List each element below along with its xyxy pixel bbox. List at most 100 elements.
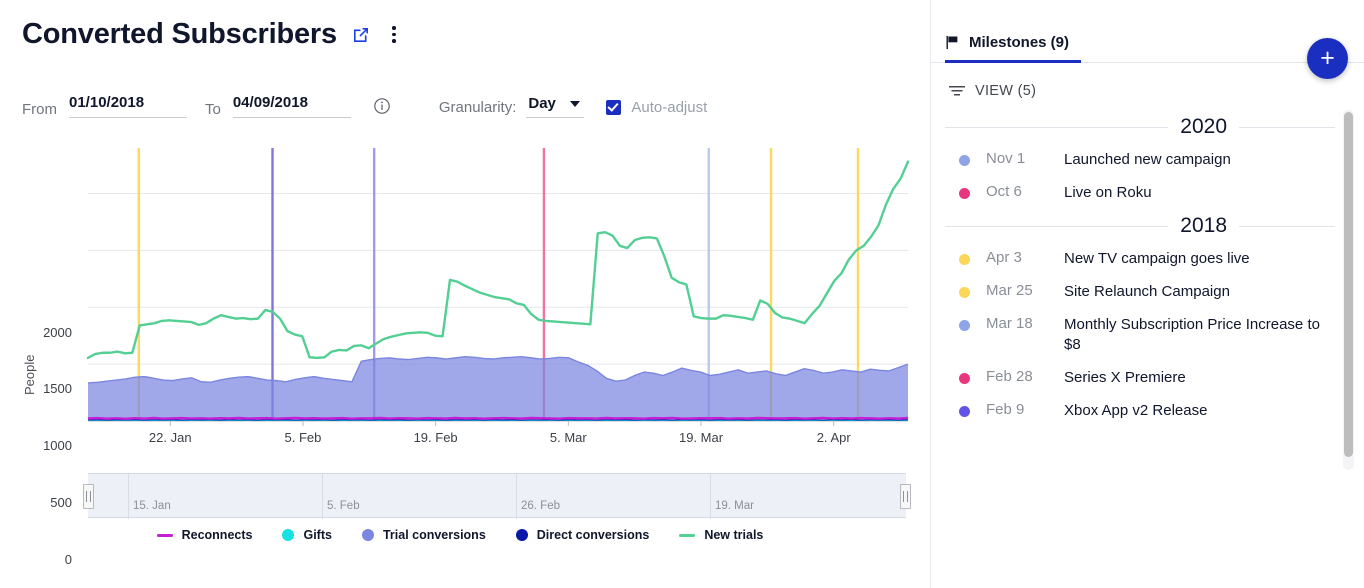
- tab-milestones-label: Milestones (9): [969, 34, 1069, 51]
- navigator-tick-label: 15. Jan: [133, 500, 171, 512]
- milestone-row[interactable]: Feb 9Xbox App v2 Release: [931, 395, 1364, 428]
- navigator-gridline: [710, 474, 711, 519]
- from-date-input[interactable]: 01/10/2018: [69, 94, 187, 118]
- view-filter-button[interactable]: VIEW (5): [949, 83, 1036, 99]
- auto-adjust-label: Auto-adjust: [631, 99, 707, 116]
- legend-item[interactable]: Trial conversions: [362, 528, 486, 542]
- chart-plot-area: [0, 140, 920, 450]
- y-axis-tick: 0: [0, 552, 72, 567]
- legend-item[interactable]: New trials: [679, 528, 763, 542]
- granularity-select[interactable]: Day: [526, 95, 584, 118]
- add-milestone-button[interactable]: +: [1307, 38, 1348, 79]
- milestones-year-label: 2020: [1168, 115, 1239, 139]
- milestone-color-dot: [959, 320, 970, 331]
- legend-item[interactable]: Gifts: [282, 528, 331, 542]
- legend-marker: [679, 534, 695, 537]
- legend-item[interactable]: Direct conversions: [516, 528, 650, 542]
- legend-marker: [362, 529, 374, 541]
- navigator-gridline: [128, 474, 129, 519]
- x-axis-tick: 19. Feb: [414, 430, 458, 445]
- checkbox-checked-icon: [606, 100, 621, 115]
- milestone-color-dot: [959, 287, 970, 298]
- x-axis-tick: 5. Feb: [285, 430, 322, 445]
- milestone-title: Series X Premiere: [1064, 368, 1186, 389]
- milestone-date: Mar 18: [986, 315, 1064, 332]
- granularity-label: Granularity:: [439, 99, 517, 116]
- legend-label: Gifts: [303, 528, 331, 542]
- milestone-row[interactable]: Mar 18Monthly Subscription Price Increas…: [931, 309, 1364, 362]
- auto-adjust-checkbox[interactable]: Auto-adjust: [606, 99, 707, 116]
- x-axis-tick: 19. Mar: [679, 430, 723, 445]
- more-options-icon[interactable]: [385, 24, 403, 46]
- date-controls: From 01/10/2018 To 04/09/2018 Granularit…: [22, 94, 707, 118]
- legend-label: Direct conversions: [537, 528, 650, 542]
- y-axis-tick: 500: [0, 495, 72, 510]
- milestone-title: Launched new campaign: [1064, 150, 1231, 171]
- milestones-list[interactable]: 2020Nov 1Launched new campaignOct 6Live …: [931, 110, 1364, 470]
- legend-label: Trial conversions: [383, 528, 486, 542]
- x-axis-tick: 5. Mar: [550, 430, 587, 445]
- navigator-tick-label: 26. Feb: [521, 500, 560, 512]
- legend-label: Reconnects: [182, 528, 253, 542]
- legend-label: New trials: [704, 528, 763, 542]
- to-label: To: [205, 101, 221, 118]
- milestones-year-label: 2018: [1168, 214, 1239, 238]
- milestone-date: Apr 3: [986, 249, 1064, 266]
- x-axis-tick: 22. Jan: [149, 430, 192, 445]
- panel-tabs: Milestones (9): [931, 24, 1364, 63]
- filter-icon: [949, 84, 965, 98]
- legend-marker: [282, 529, 294, 541]
- milestone-row[interactable]: Oct 6Live on Roku: [931, 177, 1364, 210]
- milestones-panel: Milestones (9) + VIEW (5) 2020 Nov 1Launc…: [930, 0, 1364, 588]
- header: Converted Subscribers: [22, 18, 403, 51]
- milestone-title: Monthly Subscription Price Increase to $…: [1064, 315, 1335, 356]
- navigator-tick-label: 19. Mar: [715, 500, 754, 512]
- legend-marker: [157, 534, 173, 537]
- milestone-color-dot: [959, 188, 970, 199]
- chart-panel: Converted Subscribers From 01/10/2018 To…: [0, 0, 930, 588]
- navigator-tick-label: 5. Feb: [327, 500, 360, 512]
- milestone-row[interactable]: Apr 3New TV campaign goes live: [931, 243, 1364, 276]
- flag-icon: [945, 35, 960, 50]
- divider-line: [1239, 226, 1335, 227]
- milestone-date: Oct 6: [986, 183, 1064, 200]
- navigator-handle-left[interactable]: [83, 484, 94, 509]
- analytics-dashboard: Converted Subscribers From 01/10/2018 To…: [0, 0, 1364, 588]
- to-date-input[interactable]: 04/09/2018: [233, 94, 351, 118]
- range-navigator[interactable]: 15. Jan 5. Feb 26. Feb 19. Mar: [88, 473, 906, 518]
- navigator-gridline: [516, 474, 517, 519]
- divider-line: [945, 226, 1168, 227]
- milestone-title: New TV campaign goes live: [1064, 249, 1250, 270]
- milestones-year-divider: 2018: [931, 209, 1364, 243]
- x-axis-tick: 2. Apr: [817, 430, 851, 445]
- page-title: Converted Subscribers: [22, 18, 337, 51]
- navigator-gridline: [322, 474, 323, 519]
- milestone-row[interactable]: Feb 28Series X Premiere: [931, 362, 1364, 395]
- milestone-color-dot: [959, 254, 970, 265]
- milestone-date: Mar 25: [986, 282, 1064, 299]
- milestones-scrollbar-thumb[interactable]: [1344, 112, 1353, 457]
- chart-legend: Reconnects Gifts Trial conversions Direct c…: [0, 528, 920, 542]
- chevron-down-icon: [570, 101, 580, 107]
- timeseries-chart[interactable]: People 0500100015002000 22. Jan5. Feb19.…: [0, 140, 920, 450]
- legend-marker: [516, 529, 528, 541]
- from-label: From: [22, 101, 57, 118]
- milestone-date: Feb 28: [986, 368, 1064, 385]
- legend-item[interactable]: Reconnects: [157, 528, 253, 542]
- milestone-color-dot: [959, 406, 970, 417]
- divider-line: [1239, 127, 1335, 128]
- milestone-row[interactable]: Mar 25Site Relaunch Campaign: [931, 276, 1364, 309]
- milestone-title: Xbox App v2 Release: [1064, 401, 1207, 422]
- view-filter-label: VIEW (5): [975, 83, 1036, 99]
- milestone-date: Nov 1: [986, 150, 1064, 167]
- divider-line: [945, 127, 1168, 128]
- milestone-date: Feb 9: [986, 401, 1064, 418]
- milestone-title: Site Relaunch Campaign: [1064, 282, 1230, 303]
- milestone-color-dot: [959, 155, 970, 166]
- navigator-handle-right[interactable]: [900, 484, 911, 509]
- tab-milestones[interactable]: Milestones (9): [945, 24, 1081, 63]
- milestone-row[interactable]: Nov 1Launched new campaign: [931, 144, 1364, 177]
- info-icon[interactable]: [373, 97, 391, 115]
- milestone-title: Live on Roku: [1064, 183, 1152, 204]
- external-link-icon[interactable]: [351, 25, 371, 45]
